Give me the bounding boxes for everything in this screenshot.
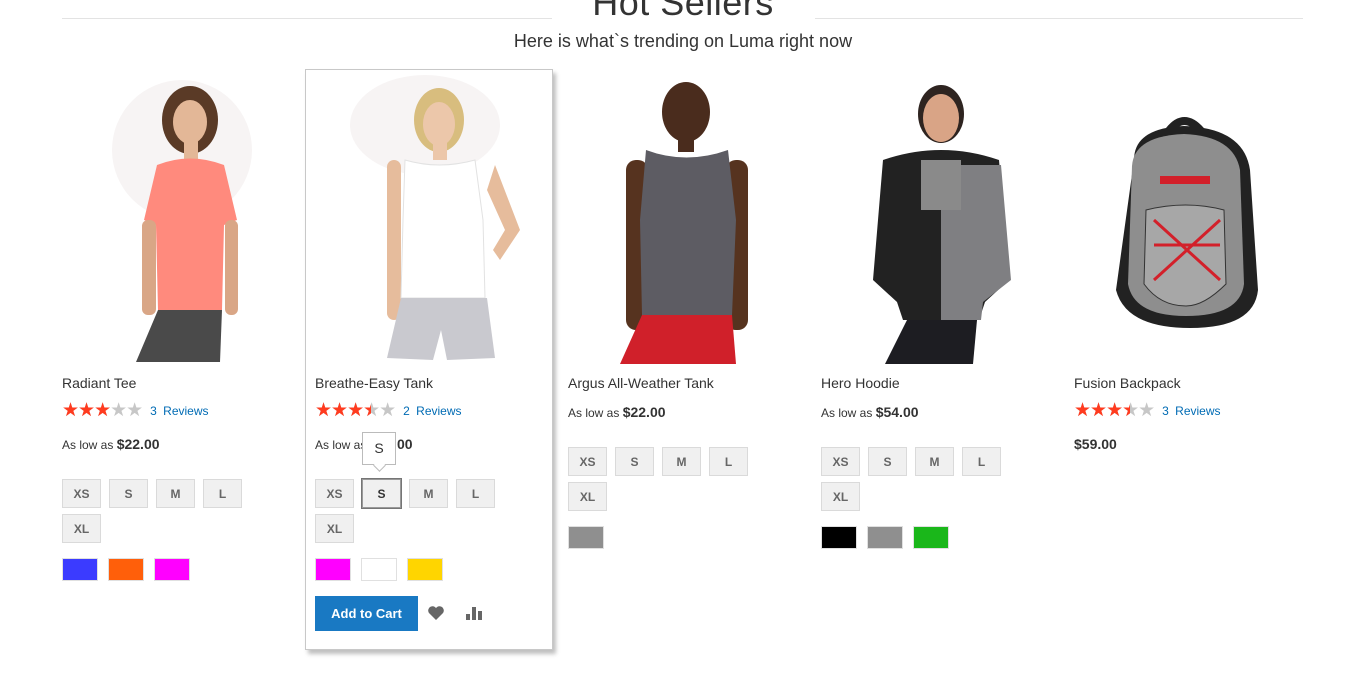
size-option-xs[interactable]: XS: [315, 479, 354, 508]
product-price: As low as $22.00: [568, 404, 666, 420]
size-option-l[interactable]: L: [456, 479, 495, 508]
product-price: As low as $22.00: [62, 436, 160, 452]
product-card-hero-hoodie: Hero Hoodie As low as $54.00 XS S M L XL: [821, 70, 1069, 549]
section-subtitle: Here is what`s trending on Luma right no…: [513, 31, 853, 51]
product-image-breathe-easy-tank[interactable]: [315, 70, 543, 364]
size-tooltip: S: [362, 432, 396, 465]
product-card-radiant-tee: Radiant Tee ★★★★★★★★★★ 3 Reviews As low …: [62, 70, 310, 581]
product-image-radiant-tee[interactable]: [62, 70, 310, 364]
color-swatch[interactable]: [154, 558, 190, 581]
size-option-s[interactable]: S: [615, 447, 654, 476]
size-options: XS S M L XL: [315, 478, 515, 549]
price-value: $22.00: [622, 404, 666, 420]
product-name-link[interactable]: Hero Hoodie: [821, 375, 900, 391]
size-option-m[interactable]: M: [662, 447, 701, 476]
product-rating: ★★★★★★★★★★ 3 Reviews: [62, 400, 209, 421]
rating-stars: ★★★★★★★★★★: [315, 400, 396, 421]
color-swatch[interactable]: [821, 526, 857, 549]
product-image-argus-all-weather-tank[interactable]: [568, 70, 816, 364]
product-price: As low as $54.00: [821, 404, 919, 420]
compare-bars-icon[interactable]: [465, 605, 485, 623]
color-options: [315, 558, 453, 581]
product-rating: ★★★★★★★★★★ 2 Reviews: [315, 400, 462, 421]
reviews-link[interactable]: 2 Reviews: [403, 404, 461, 418]
price-prefix: As low as: [62, 438, 114, 452]
color-swatch[interactable]: [867, 526, 903, 549]
color-swatch[interactable]: [913, 526, 949, 549]
heart-icon[interactable]: [427, 605, 447, 623]
size-option-s[interactable]: S: [868, 447, 907, 476]
size-option-l[interactable]: L: [203, 479, 242, 508]
size-option-m[interactable]: M: [915, 447, 954, 476]
color-options: [568, 526, 614, 549]
color-swatch[interactable]: [407, 558, 443, 581]
size-option-xs[interactable]: XS: [821, 447, 860, 476]
size-options: XS S M L XL: [821, 447, 1021, 517]
section-title: Hot Sellers: [592, 0, 774, 23]
product-name-link[interactable]: Radiant Tee: [62, 375, 136, 391]
price-value: $59.00: [1074, 436, 1117, 452]
size-option-xl[interactable]: XL: [568, 482, 607, 511]
product-card-breathe-easy-tank: Breathe-Easy Tank ★★★★★★★★★★ 2 Reviews A…: [305, 69, 553, 650]
size-option-m[interactable]: M: [409, 479, 448, 508]
price-value: $22.00: [116, 436, 160, 452]
reviews-link[interactable]: 3 Reviews: [1162, 404, 1220, 418]
size-option-xl[interactable]: XL: [821, 482, 860, 511]
size-option-xs[interactable]: XS: [62, 479, 101, 508]
color-swatch[interactable]: [315, 558, 351, 581]
product-price: $59.00: [1074, 436, 1117, 452]
color-options: [62, 558, 200, 581]
size-option-m[interactable]: M: [156, 479, 195, 508]
size-option-l[interactable]: L: [962, 447, 1001, 476]
reviews-link[interactable]: 3 Reviews: [150, 404, 208, 418]
color-options: [821, 526, 959, 549]
price-value: $54.00: [875, 404, 919, 420]
product-name-link[interactable]: Breathe-Easy Tank: [315, 375, 433, 391]
product-image-hero-hoodie[interactable]: [821, 70, 1069, 364]
product-rating: ★★★★★★★★★★ 3 Reviews: [1074, 400, 1221, 421]
color-swatch[interactable]: [568, 526, 604, 549]
rating-stars: ★★★★★★★★★★: [1074, 400, 1155, 421]
size-option-s[interactable]: S: [361, 478, 402, 509]
size-option-xl[interactable]: XL: [315, 514, 354, 543]
price-prefix: As low as: [821, 406, 873, 420]
product-name-link[interactable]: Fusion Backpack: [1074, 375, 1181, 391]
size-option-l[interactable]: L: [709, 447, 748, 476]
size-option-xl[interactable]: XL: [62, 514, 101, 543]
add-to-cart-button[interactable]: Add to Cart: [315, 596, 418, 631]
color-swatch[interactable]: [108, 558, 144, 581]
product-card-argus-all-weather-tank: Argus All-Weather Tank As low as $22.00 …: [568, 70, 816, 549]
size-option-xs[interactable]: XS: [568, 447, 607, 476]
color-swatch[interactable]: [62, 558, 98, 581]
color-swatch[interactable]: [361, 558, 397, 581]
size-option-s[interactable]: S: [109, 479, 148, 508]
size-options: XS S M L XL: [62, 479, 262, 549]
size-options: XS S M L XL: [568, 447, 768, 517]
price-prefix: As low as: [568, 406, 620, 420]
price-prefix: As low as: [315, 438, 367, 452]
product-image-fusion-backpack[interactable]: [1074, 70, 1322, 364]
product-name-link[interactable]: Argus All-Weather Tank: [568, 375, 714, 391]
product-card-fusion-backpack: Fusion Backpack ★★★★★★★★★★ 3 Reviews $59…: [1074, 70, 1322, 452]
rating-stars: ★★★★★★★★★★: [62, 400, 143, 421]
